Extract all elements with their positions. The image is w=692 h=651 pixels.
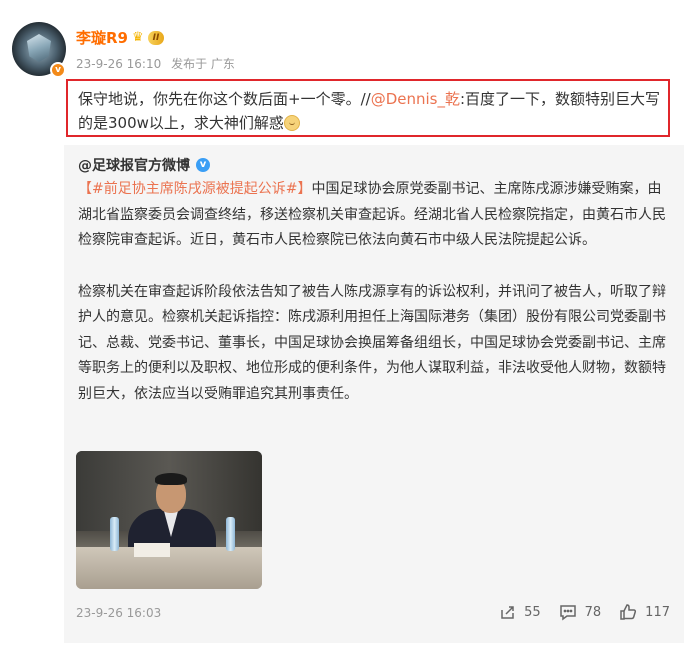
vip-badge-icon: v [50, 62, 66, 78]
like-button[interactable]: 117 [619, 603, 670, 621]
photo-person-hair [155, 473, 187, 485]
news-photo[interactable] [76, 451, 262, 589]
post-comment-text: 保守地说，你先在你这个数后面+一个零。//@Dennis_乾:百度了一下，数额特… [66, 79, 670, 137]
share-icon [501, 606, 514, 619]
avatar-emblem [27, 34, 51, 62]
share-button[interactable]: 55 [498, 603, 541, 621]
repost-paragraph-1: 【#前足协主席陈戌源被提起公诉#】中国足球协会原党委副书记、主席陈戌源涉嫌受贿案… [78, 177, 670, 254]
username[interactable]: 李璇R9 [76, 27, 128, 48]
photo-water-bottle [110, 517, 119, 551]
share-count: 55 [524, 604, 541, 620]
repost-paragraph-2: 检察机关在审查起诉阶段依法告知了被告人陈戌源享有的诉讼权利，并讯问了被告人，听取… [78, 283, 666, 402]
post-source: 发布于 广东 [171, 57, 235, 71]
repost-text: 【#前足协主席陈戌源被提起公诉#】中国足球协会原党委副书记、主席陈戌源涉嫌受贿案… [78, 177, 670, 433]
verified-icon: v [196, 158, 210, 172]
comment-prefix: 保守地说，你先在你这个数后面+一个零。// [78, 90, 371, 108]
repost-card: @足球报官方微博 v 【#前足协主席陈戌源被提起公诉#】中国足球协会原党委副书记… [64, 145, 684, 643]
repost-actions: 55 78 117 [498, 603, 670, 621]
level-badge: II [147, 30, 165, 45]
post-header: 李璇R9 ♛ II [76, 27, 165, 48]
comment-icon [559, 605, 576, 621]
like-icon [620, 604, 637, 620]
repost-author-name[interactable]: @足球报官方微博 [78, 155, 190, 175]
crown-icon: ♛ [132, 30, 144, 45]
like-count: 117 [645, 604, 670, 620]
repost-author: @足球报官方微博 v [78, 155, 210, 175]
hashtag-link[interactable]: 【#前足协主席陈戌源被提起公诉#】 [78, 181, 311, 197]
weibo-post: v 李璇R9 ♛ II 23-9-26 16:10 发布于 广东 保守地说，你先… [0, 0, 692, 651]
comment-button[interactable]: 78 [559, 603, 602, 621]
mention-link[interactable]: @Dennis_乾 [371, 90, 460, 108]
post-time[interactable]: 23-9-26 16:10 [76, 57, 161, 71]
repost-time[interactable]: 23-9-26 16:03 [76, 606, 161, 620]
photo-name-card [134, 543, 170, 557]
thinking-emoji-icon [283, 115, 300, 131]
photo-water-bottle [226, 517, 235, 551]
post-meta: 23-9-26 16:10 发布于 广东 [76, 55, 241, 72]
comment-count: 78 [584, 604, 602, 620]
